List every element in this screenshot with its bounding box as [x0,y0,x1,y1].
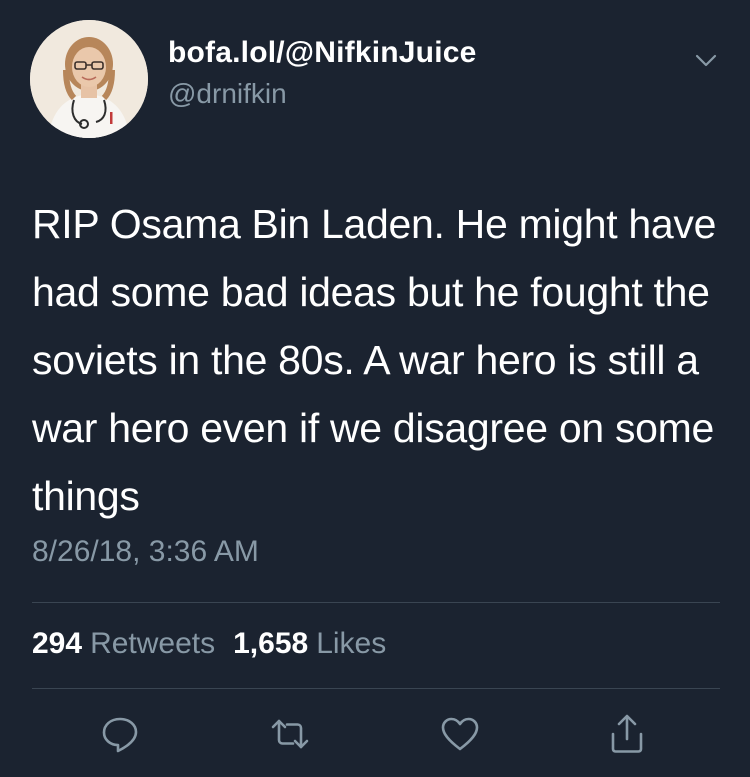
share-icon [611,714,643,753]
tweet-timestamp: 8/26/18, 3:36 AM [32,535,259,568]
tweet-card: bofa.lol/@NifkinJuice @drnifkin RIP Osam… [0,0,750,777]
likes-label: Likes [316,627,387,660]
retweet-icon [271,719,309,749]
heart-icon [441,717,479,751]
likes-count: 1,658 [233,627,309,660]
reply-button[interactable] [98,712,142,756]
divider [32,602,720,603]
display-name[interactable]: bofa.lol/@NifkinJuice [168,36,477,70]
profile-photo-icon [30,20,148,138]
like-button[interactable] [438,712,482,756]
share-button[interactable] [605,712,649,756]
avatar[interactable] [30,20,148,138]
tweet-text: RIP Osama Bin Laden. He might have had s… [32,201,717,519]
likes-stat[interactable]: 1,658 Likes [233,627,386,660]
retweets-stat[interactable]: 294 Retweets [32,627,215,660]
retweet-button[interactable] [268,712,312,756]
retweets-label: Retweets [90,627,216,660]
chevron-down-icon[interactable] [692,46,720,74]
reply-icon [102,717,138,753]
retweets-count: 294 [32,627,83,660]
user-handle[interactable]: @drnifkin [168,78,287,110]
divider [32,688,720,689]
tweet-stats: 294 Retweets 1,658 Likes [32,627,386,661]
